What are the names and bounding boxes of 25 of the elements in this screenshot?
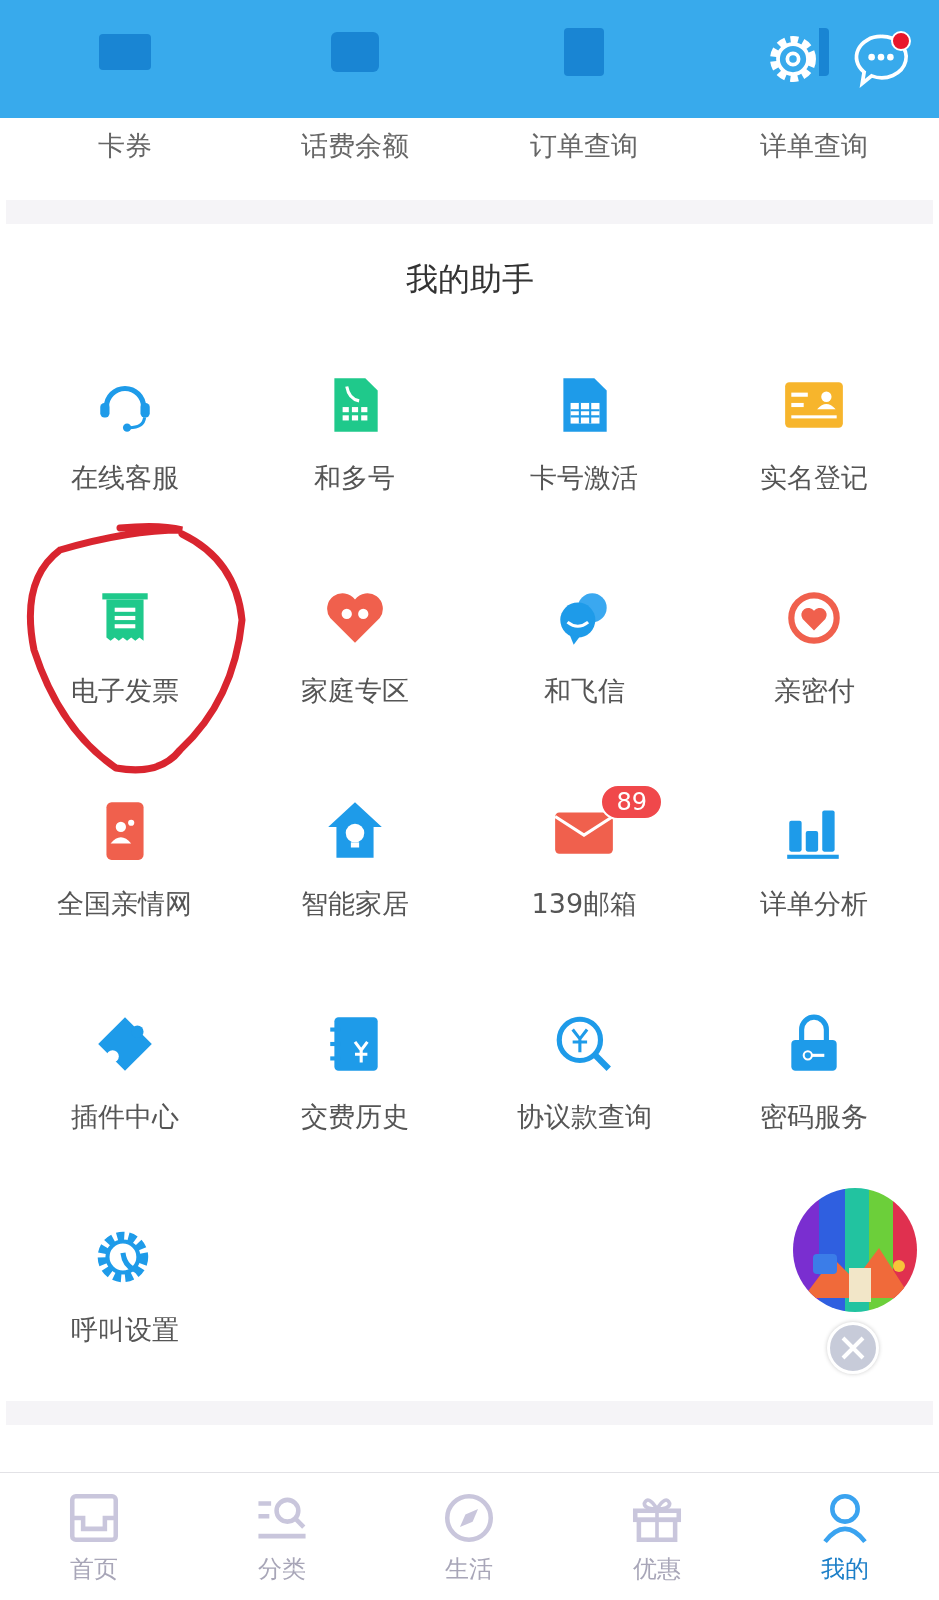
- service-label[interactable]: 智能家居: [300, 886, 409, 922]
- shortcut-label[interactable]: 话费余额: [300, 128, 409, 164]
- count-badge: 89: [600, 784, 663, 820]
- service-label[interactable]: 密码服务: [760, 1099, 869, 1135]
- service-label[interactable]: 亲密付: [773, 673, 855, 709]
- service-label[interactable]: 卡号激活: [530, 460, 639, 496]
- service-label[interactable]: 交费历史: [300, 1099, 409, 1135]
- service-label[interactable]: 139邮箱: [531, 886, 638, 922]
- service-label[interactable]: 呼叫设置: [70, 1312, 179, 1348]
- service-label[interactable]: 协议款查询: [516, 1099, 652, 1135]
- service-label[interactable]: 和飞信: [543, 673, 625, 709]
- service-label[interactable]: 实名登记: [760, 460, 869, 496]
- service-label[interactable]: 家庭专区: [300, 673, 409, 709]
- shortcut-label[interactable]: 详单查询: [760, 128, 869, 164]
- shortcut-label[interactable]: 订单查询: [530, 128, 639, 164]
- service-label[interactable]: 电子发票: [70, 673, 179, 709]
- tab[interactable]: 我的: [751, 1473, 939, 1600]
- service-label[interactable]: 插件中心: [70, 1099, 179, 1135]
- shortcut-label[interactable]: 卡券: [97, 128, 152, 164]
- close-button[interactable]: [827, 1322, 879, 1374]
- service-label[interactable]: 和多号: [314, 460, 396, 496]
- service-label[interactable]: 全国亲情网: [57, 886, 193, 922]
- service-label[interactable]: 在线客服: [70, 460, 179, 496]
- service-label[interactable]: 详单分析: [760, 886, 869, 922]
- section-title: 我的助手: [405, 259, 534, 300]
